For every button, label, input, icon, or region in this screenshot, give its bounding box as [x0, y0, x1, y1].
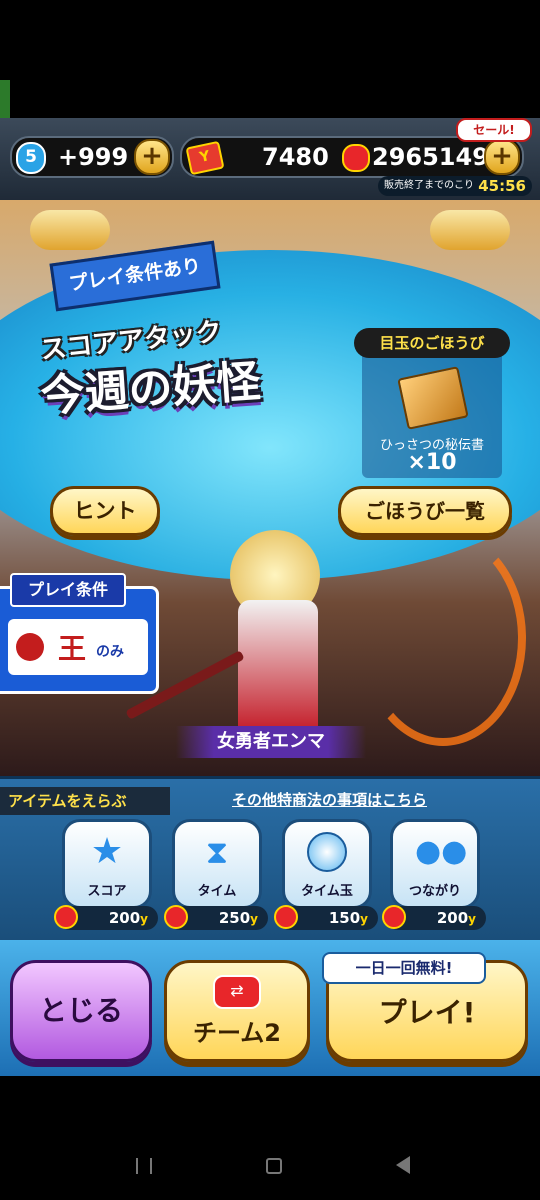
sale-timer-row: 販売終了までのこり 45:56: [378, 176, 532, 196]
item-price-time: 250y: [164, 905, 268, 930]
play-condition-body: 王 のみ: [8, 619, 148, 675]
price-suffix: y: [468, 912, 476, 926]
reward-list-button[interactable]: ごほうび一覧: [338, 486, 512, 536]
team-button[interactable]: ⇄ チーム2: [164, 960, 310, 1062]
free-badge: 一日一回無料!: [322, 952, 486, 984]
items-header: アイテムをえらぶ: [0, 787, 170, 815]
item-card-score[interactable]: ★ スコア: [62, 819, 152, 909]
item-price-link: 200y: [382, 905, 486, 930]
team-swap-icon: ⇄: [213, 975, 261, 1009]
reward-header: 目玉のごほうび: [354, 328, 510, 358]
coins-amount: 2965149: [372, 143, 489, 171]
item-label: タイム玉: [301, 884, 353, 899]
stamina-add-button[interactable]: +: [134, 139, 170, 175]
price-value: 200: [108, 909, 141, 927]
edge-indicator: [0, 80, 10, 118]
price-suffix: y: [140, 912, 148, 926]
status-strip: [0, 0, 540, 118]
home-icon[interactable]: [266, 1158, 282, 1174]
item-price-time-orb: 150y: [274, 905, 378, 930]
item-card-time-orb[interactable]: タイム玉: [282, 819, 372, 909]
coin-icon: [382, 905, 406, 929]
team-button-label: チーム2: [193, 1019, 281, 1047]
play-condition-panel: プレイ条件 王 のみ: [0, 573, 159, 694]
back-icon[interactable]: [396, 1156, 410, 1174]
price-value: 150: [328, 909, 361, 927]
item-price-score: 200y: [54, 905, 158, 930]
play-condition-suffix: のみ: [96, 644, 124, 660]
stamina-value: +999: [58, 143, 129, 171]
wing-emblem-right: [430, 210, 510, 250]
reward-qty: ×10: [407, 450, 457, 475]
bottom-action-bar: とじる ⇄ チーム2 プレイ! 一日一回無料!: [0, 940, 540, 1076]
sale-badge[interactable]: セール!: [456, 118, 532, 142]
recent-apps-icon[interactable]: [136, 1158, 152, 1174]
stamina-pill: 5 +999 +: [10, 136, 174, 178]
price-suffix: y: [250, 912, 258, 926]
close-button[interactable]: とじる: [10, 960, 152, 1062]
character-name-banner: 女勇者エンマ: [176, 726, 366, 758]
reward-panel: 目玉のごほうび ひっさつの秘伝書 ×10: [354, 328, 510, 478]
price-value: 250: [218, 909, 251, 927]
wing-emblem-left: [30, 210, 110, 250]
sale-timer: 45:56: [478, 177, 526, 195]
link-icon: ●●: [415, 834, 468, 869]
legal-link[interactable]: その他特商法の事項はこちら: [232, 789, 427, 810]
sale-timer-label: 販売終了までのこり: [384, 180, 474, 191]
price-value: 200: [436, 909, 469, 927]
hourglass-icon: ⧗: [205, 833, 229, 871]
currency-pill: Y 7480 2965149 +: [180, 136, 524, 178]
scroll-book-icon: [397, 366, 469, 430]
ticket-amount: 7480: [262, 143, 329, 171]
stamina-level-badge: 5: [16, 142, 46, 174]
system-nav-bar: [0, 1076, 540, 1200]
coins-add-button[interactable]: +: [484, 139, 520, 175]
item-card-link[interactable]: ●● つながり: [390, 819, 480, 909]
price-suffix: y: [360, 912, 368, 926]
item-label: スコア: [87, 884, 127, 899]
item-label: つながり: [408, 884, 461, 899]
coin-icon: [342, 144, 370, 172]
play-condition-header: プレイ条件: [10, 573, 126, 607]
coin-icon: [54, 905, 78, 929]
coin-icon: [164, 905, 188, 929]
item-label: タイム: [197, 884, 237, 899]
tribe-emblem-icon: [16, 633, 44, 661]
hint-button[interactable]: ヒント: [50, 486, 160, 536]
event-scene: プレイ条件あり スコアアタック 今週の妖怪 目玉のごほうび ひっさつの秘伝書 ×…: [0, 200, 540, 776]
play-condition-value: 王: [58, 632, 87, 665]
fire-slash-effect: [360, 530, 526, 746]
coin-icon: [274, 905, 298, 929]
star-icon: ★: [90, 831, 124, 872]
item-card-time[interactable]: ⧗ タイム: [172, 819, 262, 909]
currency-bar: 5 +999 + Y 7480 2965149 + セール! 販売終了までのこり…: [0, 118, 540, 203]
time-orb-icon: [307, 832, 347, 872]
ticket-icon: Y: [185, 140, 225, 176]
character-body: [238, 600, 318, 730]
